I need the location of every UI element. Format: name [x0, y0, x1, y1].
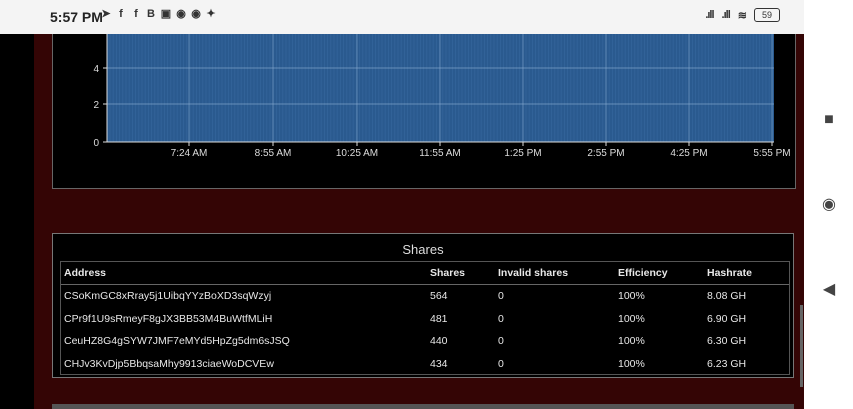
shares-table: Address Shares Invalid shares Efficiency…: [61, 262, 789, 375]
chrome-icon: ◉: [191, 8, 201, 20]
cell-shares: 434: [430, 357, 448, 370]
x-tick-label: 10:25 AM: [336, 148, 378, 159]
table-row: CSoKmGC8xRray5j1UibqYYzBoXD3sqWzyj 564 0…: [61, 285, 789, 308]
cell-invalid-shares: 0: [498, 357, 504, 370]
chrome-icon: ◉: [176, 8, 186, 20]
cell-efficiency: 100%: [618, 290, 645, 303]
table-row: CHJv3KvDjp5BbqsaMhy9913ciaeWoDCVEw 434 0…: [61, 353, 789, 376]
android-nav-bar: ■ ◉ ◀: [804, 0, 853, 409]
cell-shares: 481: [430, 312, 448, 325]
column-header-shares[interactable]: Shares: [430, 262, 498, 285]
cell-address[interactable]: CPr9f1U9sRmeyF8gJX3BB53M4BuWtfMLiH: [61, 308, 430, 331]
signal-icon: .ıll: [705, 9, 714, 21]
wifi-icon: ≋: [737, 9, 747, 22]
x-tick-label: 4:25 PM: [670, 148, 707, 159]
y-tick-label: 2: [93, 100, 99, 111]
table-row: CPr9f1U9sRmeyF8gJX3BB53M4BuWtfMLiH 481 0…: [61, 308, 789, 331]
table-row: CeuHZ8G4gSYW7JMF7eMYd5HpZg5dm6sJSQ 440 0…: [61, 330, 789, 353]
page-scrollbar[interactable]: [800, 305, 803, 387]
shares-title: Shares: [402, 242, 444, 257]
cell-invalid-shares: 0: [498, 312, 504, 325]
battery-icon: 59: [754, 8, 780, 22]
facebook-icon: f: [134, 8, 138, 20]
column-header-efficiency[interactable]: Efficiency: [618, 262, 707, 285]
y-tick-label: 0: [93, 138, 99, 149]
cell-hashrate: 6.23 GH: [707, 357, 747, 370]
recents-icon[interactable]: ■: [820, 111, 838, 129]
y-tick-label: 4: [93, 64, 99, 75]
cell-efficiency: 100%: [618, 335, 645, 348]
home-icon[interactable]: ◉: [820, 196, 838, 214]
x-tick-label: 1:25 PM: [504, 148, 541, 159]
cell-invalid-shares: 0: [498, 335, 504, 348]
bold-b-icon: B: [147, 8, 155, 20]
facebook-icon: f: [119, 8, 123, 20]
cell-shares: 440: [430, 335, 448, 348]
column-header-invalid-shares[interactable]: Invalid shares: [498, 262, 618, 285]
table-header-row: Address Shares Invalid shares Efficiency…: [61, 262, 789, 285]
cell-address[interactable]: CeuHZ8G4gSYW7JMF7eMYd5HpZg5dm6sJSQ: [61, 330, 430, 353]
cell-hashrate: 6.90 GH: [707, 312, 747, 325]
x-tick-label: 7:24 AM: [171, 148, 208, 159]
navigation-icon: ➤: [101, 8, 111, 20]
x-tick-label: 8:55 AM: [255, 148, 292, 159]
status-time: 5:57 PM: [50, 9, 103, 25]
cell-address[interactable]: CSoKmGC8xRray5j1UibqYYzBoXD3sqWzyj: [61, 285, 430, 308]
gallery-icon: ▣: [160, 8, 172, 20]
back-icon[interactable]: ◀: [820, 281, 838, 299]
x-tick-label: 2:55 PM: [587, 148, 624, 159]
shares-table-frame: Address Shares Invalid shares Efficiency…: [60, 261, 790, 375]
x-tick-label: 5:55 PM: [753, 148, 790, 159]
twitter-icon: ✦: [206, 8, 216, 20]
shares-panel: Shares Address Shares Invalid shares Eff…: [52, 233, 794, 378]
column-header-address[interactable]: Address: [61, 262, 430, 285]
cell-shares: 564: [430, 290, 448, 303]
cell-hashrate: 6.30 GH: [707, 335, 747, 348]
signal-icon: .ıll: [721, 9, 731, 21]
status-bar: 5:57 PM ➤ f f B ▣ ◉ ◉ ✦ .ıll .ıll ≋ 59: [0, 0, 804, 34]
status-right: .ıll .ıll ≋ 59: [705, 8, 780, 22]
cell-efficiency: 100%: [618, 357, 645, 370]
notification-icons: ➤ f f B ▣ ◉ ◉ ✦: [100, 8, 217, 20]
cell-hashrate: 8.08 GH: [707, 290, 747, 303]
x-tick-label: 11:55 AM: [419, 148, 461, 159]
cell-address[interactable]: CHJv3KvDjp5BbqsaMhy9913ciaeWoDCVEw: [61, 353, 430, 376]
cell-efficiency: 100%: [618, 312, 645, 325]
column-header-hashrate[interactable]: Hashrate: [707, 262, 789, 285]
app-screen: 4 2 0 7:24 AM 8:55 AM 10:25 AM 11:55 AM 1:25 PM…: [34, 0, 804, 409]
next-panel-edge: [52, 404, 794, 409]
cell-invalid-shares: 0: [498, 290, 504, 303]
